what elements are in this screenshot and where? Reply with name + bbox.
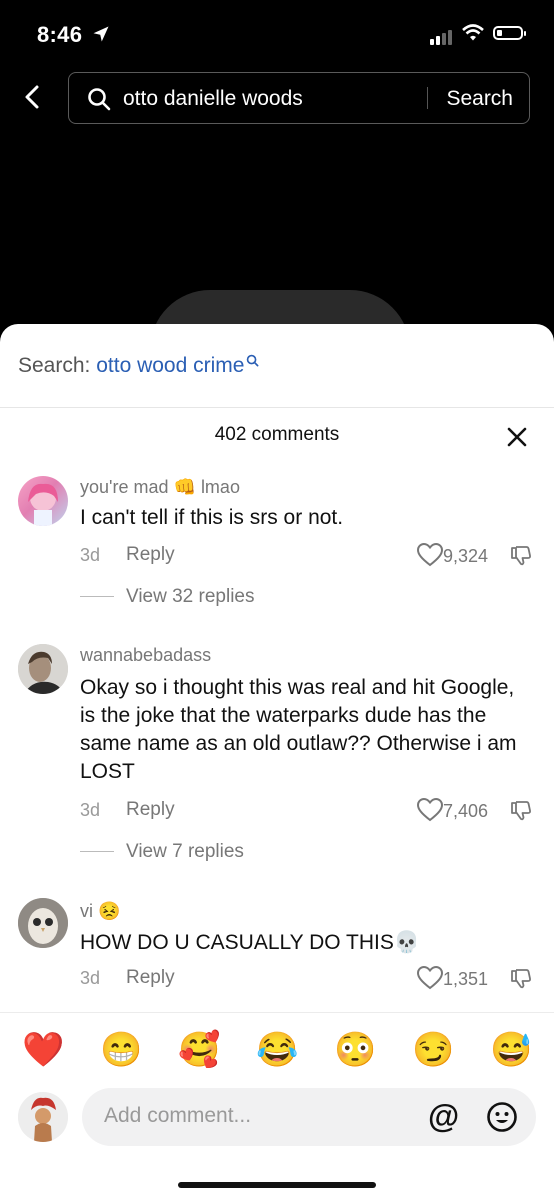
reply-button[interactable]: Reply xyxy=(126,544,175,566)
status-time: 8:46 xyxy=(37,22,83,47)
comment-username[interactable]: wannabebadass xyxy=(80,645,211,666)
my-avatar[interactable] xyxy=(18,1092,68,1142)
divider xyxy=(0,1012,554,1013)
username-text: you're mad xyxy=(80,477,169,497)
emoji-sweat-button[interactable]: 😅 xyxy=(490,1028,532,1072)
dislike-icon[interactable] xyxy=(510,544,532,566)
reply-button[interactable]: Reply xyxy=(126,967,175,989)
mention-button[interactable]: @ xyxy=(428,1098,459,1135)
suggestion-prefix: Search: xyxy=(18,354,91,377)
like-button[interactable]: 9,324 xyxy=(416,542,489,567)
heart-icon xyxy=(416,797,444,822)
comment-age: 3d xyxy=(80,800,101,820)
back-chevron-icon[interactable] xyxy=(20,84,46,110)
search-query[interactable]: otto danielle woods xyxy=(123,87,303,111)
comment-username[interactable]: vi 😣 xyxy=(80,901,120,922)
battery-icon xyxy=(493,26,526,40)
comment-text: I can't tell if this is srs or not. xyxy=(80,506,344,529)
status-bar: 8:46 xyxy=(0,0,554,62)
like-count: 1,351 xyxy=(443,969,489,989)
emoji-flushed-button[interactable]: 😳 xyxy=(334,1028,376,1072)
smiley-icon[interactable] xyxy=(486,1101,518,1133)
divider xyxy=(0,407,554,408)
comment-input[interactable]: Add comment... @ xyxy=(82,1088,536,1146)
comment-age: 3d xyxy=(80,545,101,565)
emoji-smirk-button[interactable]: 😏 xyxy=(412,1028,454,1072)
comment-composer: Add comment... @ xyxy=(0,1086,554,1150)
dislike-icon[interactable] xyxy=(510,967,532,989)
view-replies-button[interactable]: View 32 replies xyxy=(80,586,255,608)
search-button[interactable]: Search xyxy=(446,87,513,111)
username-emoji: 👊 xyxy=(173,477,196,497)
wifi-icon xyxy=(462,24,484,41)
location-arrow-icon xyxy=(93,26,109,42)
reply-button[interactable]: Reply xyxy=(126,799,175,821)
comment-text: HOW DO U CASUALLY DO THIS💀 xyxy=(80,929,530,957)
view-replies-button[interactable]: View 7 replies xyxy=(80,841,244,863)
comments-sheet: Search: otto wood crime 402 comments you… xyxy=(0,324,554,1200)
signal-icon xyxy=(430,27,454,45)
like-button[interactable]: 7,406 xyxy=(416,797,489,822)
search-divider xyxy=(427,87,428,109)
username-suffix: lmao xyxy=(200,477,240,497)
suggestion-term[interactable]: otto wood crime xyxy=(96,354,244,377)
comment-username[interactable]: you're mad 👊 lmao xyxy=(80,477,240,498)
emoji-laugh-button[interactable]: 😂 xyxy=(256,1028,298,1072)
like-count: 7,406 xyxy=(443,801,489,821)
username-emoji: 😣 xyxy=(98,901,121,921)
comment-text: Okay so i thought this was real and hit … xyxy=(80,676,517,783)
search-suggestion[interactable]: Search: otto wood crime xyxy=(18,354,259,378)
view-replies-label: View 32 replies xyxy=(126,586,255,607)
avatar[interactable] xyxy=(18,898,68,948)
search-input[interactable]: otto danielle woods Search xyxy=(68,72,530,124)
comment-text-body: HOW DO U CASUALLY DO THIS xyxy=(80,931,394,954)
heart-icon xyxy=(416,542,444,567)
comment-text-emoji: 💀 xyxy=(393,931,421,954)
like-button[interactable]: 1,351 xyxy=(416,965,489,990)
dislike-icon[interactable] xyxy=(510,799,532,821)
home-indicator xyxy=(178,1182,376,1188)
avatar[interactable] xyxy=(18,644,68,694)
view-replies-label: View 7 replies xyxy=(126,841,244,862)
comments-count: 402 comments xyxy=(214,424,340,445)
close-icon[interactable] xyxy=(506,426,528,448)
avatar[interactable] xyxy=(18,476,68,526)
emoji-bar: ❤️ 😁 🥰 😂 😳 😏 😅 xyxy=(0,1028,554,1078)
username-text: vi xyxy=(80,901,93,921)
heart-icon xyxy=(416,965,444,990)
search-icon xyxy=(247,354,259,367)
search-icon xyxy=(88,88,111,111)
comment-placeholder: Add comment... xyxy=(104,1104,252,1127)
like-count: 9,324 xyxy=(443,546,489,566)
search-header: otto danielle woods Search xyxy=(0,70,554,126)
emoji-grin-button[interactable]: 😁 xyxy=(100,1028,142,1072)
emoji-love-button[interactable]: 🥰 xyxy=(178,1028,220,1072)
emoji-heart-button[interactable]: ❤️ xyxy=(22,1028,64,1072)
comment-age: 3d xyxy=(80,968,101,988)
